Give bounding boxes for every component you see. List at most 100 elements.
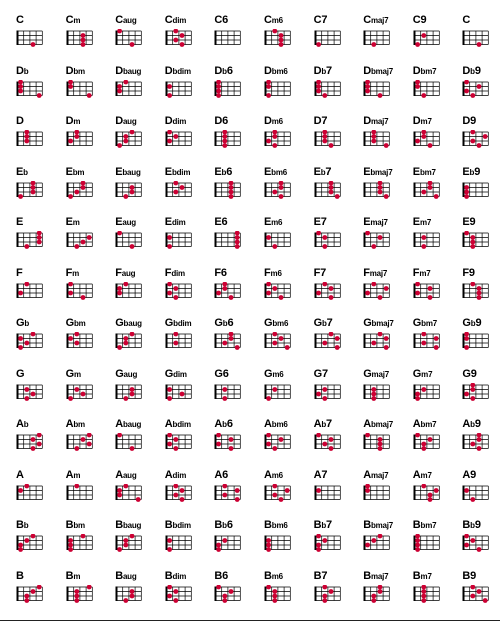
finger-dot [67,83,73,89]
chord-suffix: dim [171,218,186,227]
finger-dot [414,534,420,539]
chord-name: Ab [16,418,29,431]
chord-suffix: maj7 [370,16,389,25]
finger-dot [278,184,284,190]
chord-cell: Db6 [214,65,264,111]
chord-root: B [412,569,421,582]
finger-dot [414,547,420,552]
chord-cell: Fmaj7 [363,267,413,313]
chord-root: D [462,115,471,127]
chord-suffix: 6 [220,266,227,279]
finger-dot [272,446,278,451]
finger-dot [123,542,129,548]
finger-dot [377,189,383,194]
chord-cell: E6 [214,216,264,262]
finger-dot [464,345,470,350]
chord-name: Db [16,65,29,78]
finger-dot [67,542,73,548]
finger-dot [272,340,278,346]
chord-root: B [363,519,371,531]
fretboard-diagram [115,586,142,603]
chord-suffix: 9 [474,165,481,178]
finger-dot [421,92,426,98]
finger-dot [470,235,476,240]
chord-suffix: 9 [420,14,427,26]
finger-dot [272,134,278,139]
finger-dot [117,290,123,295]
chord-cell: C9 [413,14,463,60]
finger-dot [321,244,327,249]
finger-dot [278,496,284,502]
chord-root: B [164,569,173,582]
chord-root: E [214,216,222,228]
chord-cell: C7 [314,14,364,60]
finger-dot [86,92,92,98]
chord-root: E [164,216,172,228]
finger-dot [222,281,228,286]
chord-suffix: dim [177,319,192,328]
finger-dot [73,340,79,346]
finger-dot [129,189,135,194]
chord-suffix: 7 [321,115,328,127]
fretboard-diagram [66,232,93,249]
finger-dot [414,290,420,295]
finger-dot [266,138,271,144]
finger-dot [421,584,426,589]
finger-dot [371,597,377,603]
finger-dot [129,332,135,337]
chord-cell: E7 [314,216,364,262]
chord-suffix: aug [121,268,136,278]
finger-dot [173,180,178,185]
chord-name: Dm7 [413,115,432,128]
chord-name: D9 [462,115,476,127]
finger-dot [377,437,383,442]
chord-cell: Bm6 [264,570,314,616]
finger-dot [179,496,185,502]
finger-dot [73,386,79,392]
chord-suffix: 7 [320,216,327,228]
chord-cell: Gm6 [264,368,314,414]
chord-name: G6 [214,368,228,380]
finger-dot [129,244,135,249]
finger-dot [18,542,23,548]
finger-dot [123,281,129,286]
finger-dot [129,446,135,451]
finger-dot [24,538,30,543]
chord-root: G [65,317,75,329]
chord-suffix: m6 [276,66,288,76]
chord-name: F [16,267,23,279]
chord-name: Abdim [165,418,191,431]
finger-dot [421,593,426,598]
finger-dot [179,391,185,396]
chord-cell: Gmaj7 [363,368,413,414]
chord-suffix: m6 [270,268,282,278]
chord-suffix: 7 [321,14,328,26]
finger-dot [365,487,371,493]
finger-dot [228,588,234,594]
finger-dot [328,588,333,594]
finger-dot [24,138,30,144]
chord-name: A [16,469,24,481]
chord-cell: Caug [115,14,165,60]
finger-dot [272,29,278,34]
fretboard-diagram [66,483,93,500]
fretboard-diagram [363,281,390,300]
chord-name: Cdim [165,14,187,27]
finger-dot [278,180,284,185]
finger-dot [421,134,426,139]
chord-name: Daug [115,115,137,128]
fretboard-diagram [115,483,142,502]
chord-name: Ebm6 [264,166,287,179]
chord-cell: Bb6 [214,519,264,565]
finger-dot [266,235,271,240]
chord-cell: Gb7 [314,317,364,363]
finger-dot [321,130,327,135]
fretboard-diagram [314,433,341,451]
finger-dot [67,79,73,84]
chord-suffix: maj7 [375,66,394,76]
finger-dot [365,88,371,93]
finger-dot [222,134,228,139]
finger-dot [30,180,36,185]
finger-dot [328,143,333,148]
chord-cell: Ebm6 [264,166,314,212]
